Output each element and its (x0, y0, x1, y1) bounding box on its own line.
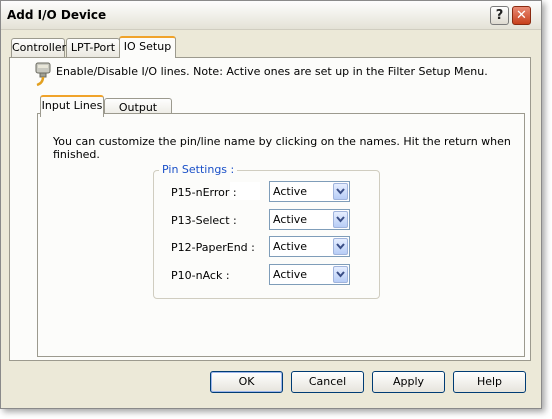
pin-p12-select[interactable]: Active (269, 236, 350, 257)
info-text: Enable/Disable I/O lines. Note: Active o… (56, 65, 488, 78)
help-button[interactable]: Help (453, 371, 526, 393)
chevron-down-icon[interactable] (333, 183, 348, 200)
close-icon: ✕ (516, 8, 527, 23)
pin-p12-value: Active (273, 240, 308, 253)
window-title: Add I/O Device (7, 8, 107, 22)
pin-p15-select[interactable]: Active (269, 181, 350, 202)
cancel-button[interactable]: Cancel (291, 371, 364, 393)
chevron-down-icon[interactable] (333, 238, 348, 255)
title-bar[interactable]: Add I/O Device ? ✕ (1, 1, 541, 30)
tab-controller[interactable]: Controller (11, 38, 66, 57)
tab-io-setup[interactable]: IO Setup (119, 36, 176, 58)
chevron-down-icon[interactable] (333, 211, 348, 228)
pin-p10-value: Active (273, 268, 308, 281)
help-title-button[interactable]: ? (490, 6, 509, 25)
pin-name-p10[interactable]: P10-nAck : (171, 269, 230, 282)
apply-button[interactable]: Apply (372, 371, 445, 393)
pin-p13-value: Active (273, 213, 308, 226)
tab-lpt-port[interactable]: LPT-Port (66, 38, 120, 57)
pin-name-p13[interactable]: P13-Select : (171, 214, 237, 227)
pin-name-p15[interactable]: P15-nError : (171, 186, 237, 199)
port-connector-icon (35, 62, 51, 87)
tab-input-lines[interactable]: Input Lines (40, 95, 104, 117)
pin-settings-title: Pin Settings : (159, 163, 238, 176)
close-button[interactable]: ✕ (512, 6, 531, 25)
chevron-down-icon[interactable] (333, 266, 348, 283)
ok-button[interactable]: OK (210, 371, 283, 393)
pin-p10-select[interactable]: Active (269, 264, 350, 285)
pin-p15-value: Active (273, 185, 308, 198)
pin-name-p12[interactable]: P12-PaperEnd : (171, 241, 255, 254)
pin-p13-select[interactable]: Active (269, 209, 350, 230)
customize-hint-text: You can customize the pin/line name by c… (53, 135, 511, 161)
